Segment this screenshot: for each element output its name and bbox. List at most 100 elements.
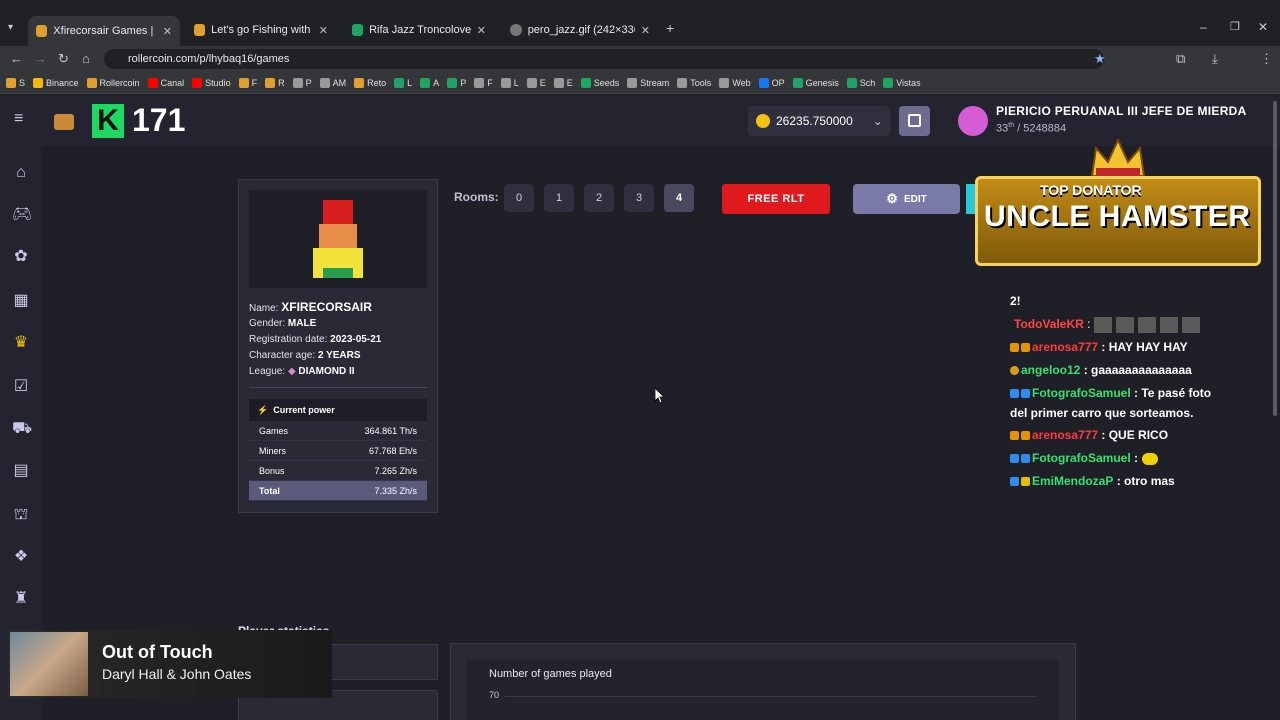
y-tick-label: 70	[489, 690, 500, 700]
back-icon[interactable]: ←	[10, 51, 23, 66]
balance-dropdown[interactable]: 26235.750000 ⌄	[748, 106, 890, 136]
gender-row: Gender: MALE	[249, 318, 317, 329]
badge-icon	[1021, 477, 1030, 487]
age-row: Character age: 2 YEARS	[249, 350, 361, 361]
bookmark-item[interactable]: Vistas	[883, 77, 921, 88]
gift-icon[interactable]: ❖	[12, 548, 30, 566]
new-tab-icon[interactable]: +	[666, 20, 674, 36]
bookmark-item[interactable]: S	[6, 77, 25, 88]
games-chart-panel: Number of games played 70	[450, 643, 1076, 720]
tab-rollercoin[interactable]: Xfirecorsair Games | Rollercoin ✕	[28, 16, 180, 46]
bookmark-item[interactable]: F	[474, 77, 493, 88]
reload-icon[interactable]: ↻	[58, 51, 69, 67]
chat-message: EmiMendozaP : otro mas	[1010, 474, 1175, 488]
power-table: ⚡ Current power Games 364.861 Th/s Miners 6…	[249, 399, 427, 501]
rewards-icon[interactable]: ✿	[12, 248, 30, 266]
window-close-icon[interactable]: ✕	[1258, 20, 1268, 34]
bookmark-item[interactable]: L	[500, 77, 519, 88]
hammy-favicon-icon	[194, 24, 206, 36]
url-field[interactable]: rollercoin.com/p/lhybaq16/games	[104, 49, 1104, 69]
badge-icon	[1021, 343, 1030, 353]
chat-message: del primer carro que sorteamos.	[1010, 406, 1194, 420]
rollercoin-page: ≡ K 171 26235.750000 ⌄ PIERICIO PERUANAL…	[0, 96, 1280, 720]
badge-icon	[1021, 431, 1030, 441]
sheets-favicon-icon	[352, 24, 364, 36]
bookmark-item[interactable]: OP	[758, 77, 785, 88]
bookmark-item[interactable]: Sch	[846, 77, 875, 88]
badge-icon	[1010, 431, 1019, 441]
bookmark-star-icon[interactable]: ★	[1094, 51, 1106, 67]
user-avatar[interactable]	[958, 106, 988, 136]
crown-icon[interactable]: ♛	[12, 334, 30, 352]
bookmark-item[interactable]: Stream	[627, 77, 669, 88]
bookmark-item[interactable]: E	[526, 77, 546, 88]
trophy-icon[interactable]: ♜	[12, 590, 30, 608]
room-button-4[interactable]: 4	[664, 184, 694, 212]
bookmark-item[interactable]: Studio	[192, 77, 231, 88]
now-playing-overlay: Out of Touch Daryl Hall & John Oates	[8, 630, 332, 698]
gamepad-icon[interactable]: 🎮︎	[12, 206, 32, 224]
inventory-icon[interactable]: ▤	[12, 462, 30, 480]
song-title: Out of Touch	[102, 642, 213, 662]
close-icon[interactable]: ✕	[641, 24, 650, 37]
room-button-1[interactable]: 1	[544, 184, 574, 212]
user-rank: 33th / 5248884	[996, 122, 1067, 135]
close-icon[interactable]: ✕	[477, 24, 486, 37]
bookmark-item[interactable]: F	[238, 77, 257, 88]
wallet-button[interactable]	[899, 106, 930, 136]
power-row-games: Games 364.861 Th/s	[249, 421, 427, 441]
bookmark-item[interactable]: AM	[319, 77, 346, 88]
bookmark-item[interactable]: A	[420, 77, 439, 88]
bookmark-item[interactable]: Seeds	[580, 77, 619, 88]
bookmark-item[interactable]: E	[553, 77, 573, 88]
tab-search-icon[interactable]: ▾	[8, 22, 13, 33]
rollercoin-favicon-icon	[36, 25, 48, 37]
donator-name: UNCLE HAMSTER	[984, 200, 1251, 233]
power-row-miners: Miners 67.768 Eh/s	[249, 441, 427, 461]
tab-title: Rifa Jazz Troncolover - Hojas d	[369, 24, 471, 36]
bookmark-item[interactable]: Binance	[33, 77, 79, 88]
cart-icon[interactable]: ⛟	[12, 420, 32, 438]
bookmark-item[interactable]: L	[394, 77, 412, 88]
menu-icon[interactable]: ⋮	[1260, 51, 1273, 67]
forward-icon[interactable]: →	[34, 51, 47, 66]
name-row: Name: XFIRECORSAIR	[249, 300, 372, 314]
close-icon[interactable]: ✕	[163, 25, 172, 38]
store-icon[interactable]: ▦	[12, 292, 30, 310]
bookmark-item[interactable]: Web	[719, 77, 751, 88]
scrollbar[interactable]	[1273, 101, 1277, 416]
bookmark-item[interactable]: P	[447, 77, 466, 88]
tab-fishing[interactable]: Let's go Fishing with Hammy H ✕	[186, 18, 336, 42]
hamster-avatar-icon[interactable]	[54, 114, 74, 130]
bookmark-item[interactable]: Tools	[677, 77, 711, 88]
minimize-icon[interactable]: –	[1200, 20, 1207, 34]
tab-gif[interactable]: pero_jazz.gif (242×336) ✕	[502, 18, 658, 42]
room-button-2[interactable]: 2	[584, 184, 614, 212]
tab-title: Xfirecorsair Games | Rollercoin	[53, 25, 156, 37]
room-button-3[interactable]: 3	[624, 184, 654, 212]
hamburger-icon[interactable]: ≡	[14, 110, 23, 128]
bookmark-item[interactable]: Rollercoin	[86, 77, 140, 88]
extensions-icon[interactable]: ⧉	[1176, 51, 1185, 67]
emote-icon	[1138, 317, 1157, 333]
maximize-icon[interactable]: ❐	[1230, 20, 1240, 33]
edit-button[interactable]: ⚙ EDIT	[853, 184, 960, 214]
home-icon[interactable]: ⌂	[12, 164, 30, 182]
download-icon[interactable]: ⤓	[1212, 51, 1218, 67]
bookmark-item[interactable]: Reto	[354, 77, 386, 88]
tasks-icon[interactable]: ☑	[12, 378, 30, 396]
crown-icon	[1090, 137, 1146, 177]
tab-rifa[interactable]: Rifa Jazz Troncolover - Hojas d ✕	[344, 18, 494, 42]
bank-icon[interactable]: ⛫	[12, 506, 30, 524]
bookmark-item[interactable]: Canal	[147, 77, 184, 88]
bookmark-item[interactable]: R	[265, 77, 285, 88]
free-rlt-button[interactable]: FREE RLT	[722, 184, 830, 214]
bookmark-item[interactable]: P	[292, 77, 312, 88]
wallet-icon	[908, 114, 921, 127]
badge-icon	[1010, 366, 1019, 376]
room-button-0[interactable]: 0	[504, 184, 534, 212]
bookmark-item[interactable]: Genesis	[792, 77, 839, 88]
league-row: League: ◆ DIAMOND II	[249, 366, 355, 377]
home-icon[interactable]: ⌂	[82, 51, 90, 66]
close-icon[interactable]: ✕	[319, 24, 328, 37]
